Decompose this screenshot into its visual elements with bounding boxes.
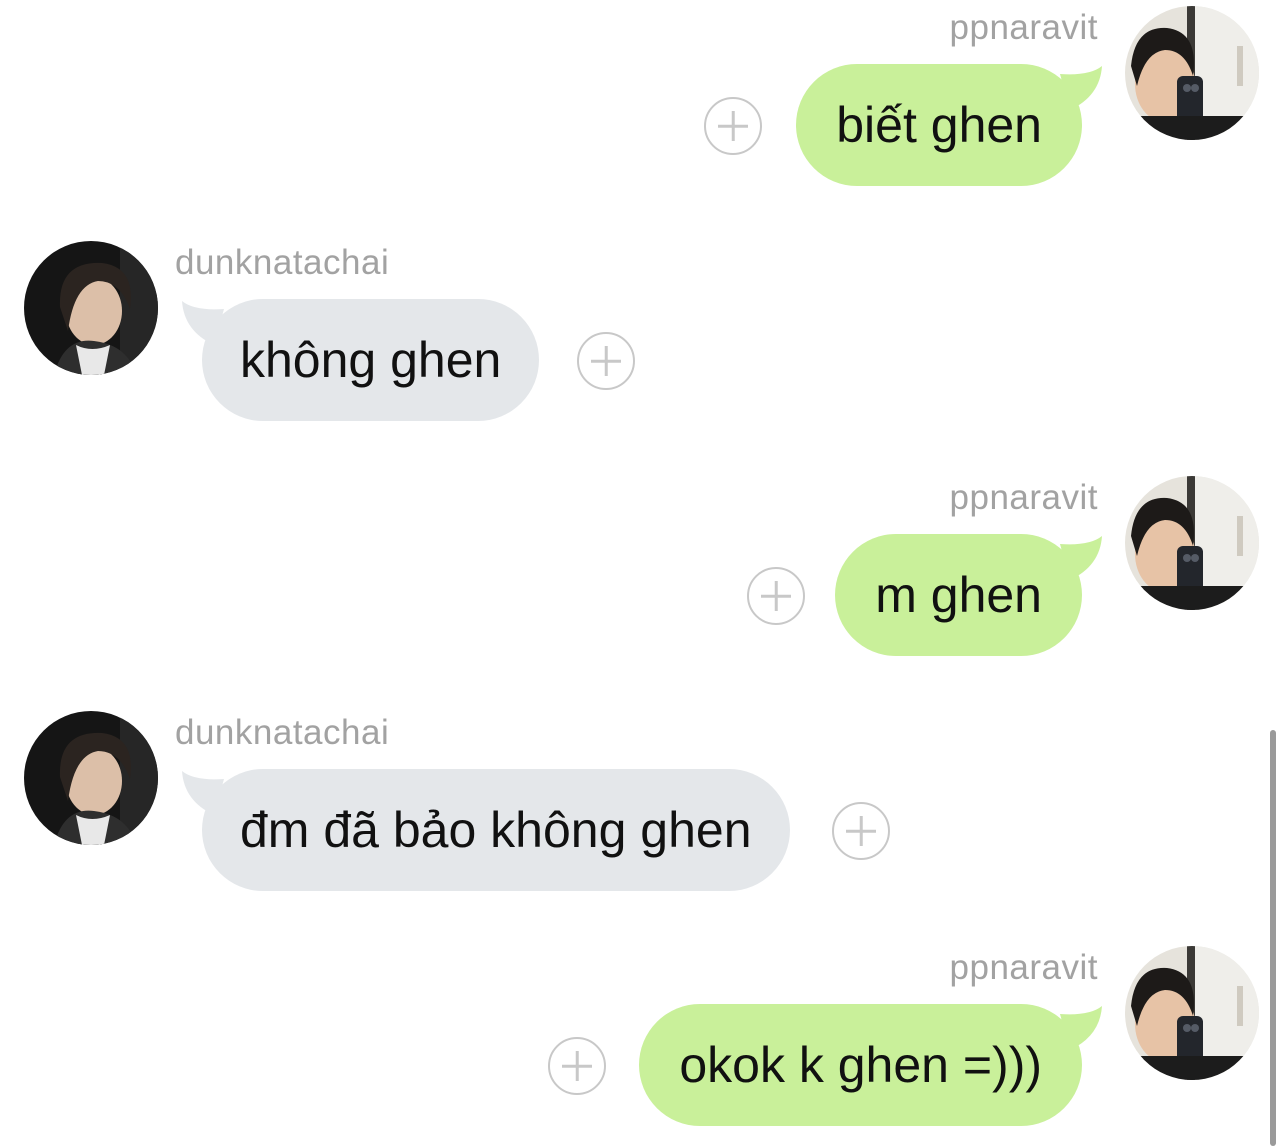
message-bubble[interactable]: đm đã bảo không ghen <box>182 769 790 891</box>
add-reaction-icon[interactable] <box>747 567 805 625</box>
sender-avatar[interactable] <box>24 241 158 375</box>
message-text: biết ghen <box>836 97 1042 153</box>
add-reaction-icon[interactable] <box>832 802 890 860</box>
sender-avatar[interactable] <box>1125 6 1259 140</box>
message-bubble[interactable]: okok k ghen =))) <box>639 1004 1102 1126</box>
sender-username[interactable]: dunknatachai <box>175 243 389 283</box>
sender-avatar[interactable] <box>24 711 158 845</box>
scrollbar[interactable] <box>1270 730 1276 1146</box>
message-text: không ghen <box>240 332 502 388</box>
message-bubble[interactable]: m ghen <box>835 534 1102 656</box>
add-reaction-icon[interactable] <box>704 97 762 155</box>
message-bubble[interactable]: không ghen <box>182 299 540 421</box>
add-reaction-icon[interactable] <box>577 332 635 390</box>
sender-username[interactable]: ppnaravit <box>950 948 1098 988</box>
sender-avatar[interactable] <box>1125 946 1259 1080</box>
message-text: m ghen <box>875 567 1042 623</box>
sender-avatar[interactable] <box>1125 476 1259 610</box>
message-text: okok k ghen =))) <box>679 1037 1042 1093</box>
add-reaction-icon[interactable] <box>548 1037 606 1095</box>
sender-username[interactable]: ppnaravit <box>950 478 1098 518</box>
sender-username[interactable]: ppnaravit <box>950 8 1098 48</box>
sender-username[interactable]: dunknatachai <box>175 713 389 753</box>
message-bubble[interactable]: biết ghen <box>796 64 1102 186</box>
message-text: đm đã bảo không ghen <box>240 802 752 858</box>
